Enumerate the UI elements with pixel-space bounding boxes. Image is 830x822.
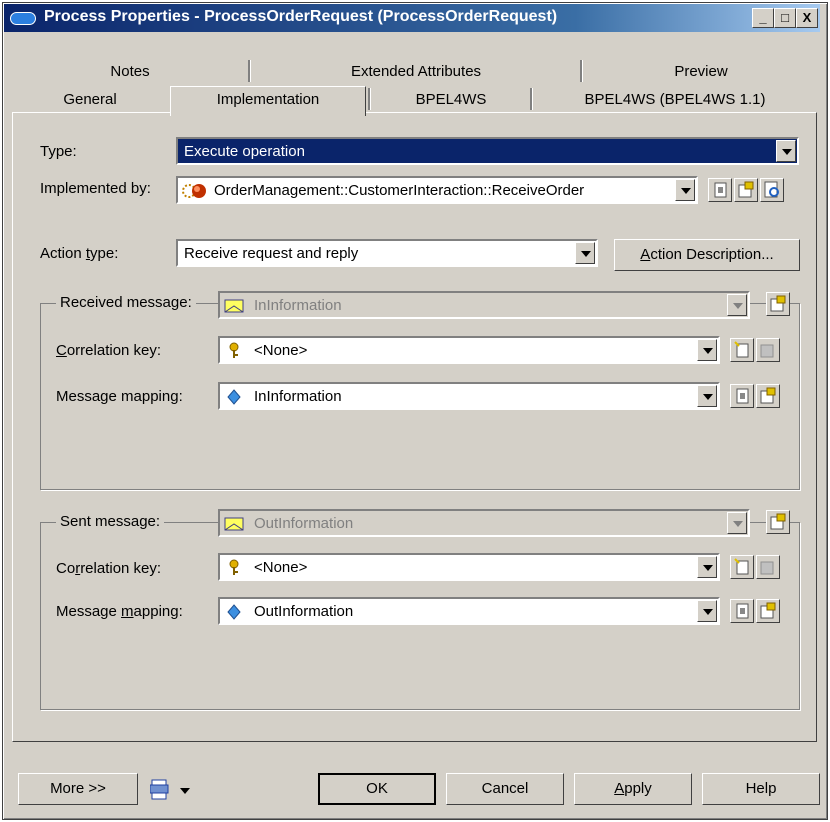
chevron-down-icon[interactable] [697,339,717,361]
properties-icon[interactable] [766,292,790,316]
tab-bpel4ws[interactable]: BPEL4WS [372,88,530,112]
key-icon [229,342,239,358]
properties-icon[interactable] [766,510,790,534]
tab-separator [580,60,583,82]
tab-separator [248,60,251,82]
sent-correlation-label: Correlation key: [56,560,162,577]
sent-mapping-value: OutInformation [254,603,354,620]
properties-disabled-icon [756,338,780,362]
action-type-label: Action type: [40,245,119,262]
create-icon[interactable] [708,178,732,202]
received-correlation-label: Correlation key: [56,342,162,359]
chevron-down-icon[interactable] [575,242,595,264]
maximize-button[interactable]: □ [774,8,796,28]
process-icon [10,12,36,25]
key-icon [229,559,239,575]
received-message-label: Received message: [56,294,196,311]
close-button[interactable]: X [796,8,818,28]
implemented-by-value: OrderManagement::CustomerInteraction::Re… [214,182,585,199]
received-message-select: InInformation [218,291,750,319]
received-correlation-select[interactable]: <None> [218,336,720,364]
tab-implementation[interactable]: Implementation [170,86,366,116]
help-button[interactable]: Help [702,773,820,805]
sent-message-select: OutInformation [218,509,750,537]
operation-icon [182,184,206,198]
sent-message-value: OutInformation [254,515,354,532]
apply-button[interactable]: Apply [574,773,692,805]
tab-general[interactable]: General [12,88,168,112]
received-mapping-select[interactable]: InInformation [218,382,720,410]
type-select[interactable]: Execute operation [176,137,799,165]
create-icon[interactable] [730,338,754,362]
received-mapping-label: Message mapping: [56,388,183,405]
chevron-down-icon[interactable] [776,140,796,162]
title-bar[interactable]: Process Properties - ProcessOrderRequest… [4,4,820,32]
chevron-down-icon[interactable] [697,385,717,407]
received-mapping-value: InInformation [254,388,342,405]
tab-bpel4ws-11[interactable]: BPEL4WS (BPEL4WS 1.1) [534,88,816,112]
properties-icon[interactable] [734,178,758,202]
properties-icon[interactable] [756,384,780,408]
tab-preview[interactable]: Preview [584,60,818,84]
tab-extended-attributes[interactable]: Extended Attributes [252,60,580,84]
more-button[interactable]: More >> [18,773,138,805]
action-type-select[interactable]: Receive request and reply [176,239,598,267]
window-title: Process Properties - ProcessOrderRequest… [44,8,558,25]
cancel-button[interactable]: Cancel [446,773,564,805]
diamond-icon [227,604,241,620]
create-icon[interactable] [730,384,754,408]
sent-mapping-select[interactable]: OutInformation [218,597,720,625]
received-correlation-value: <None> [254,342,308,359]
implemented-by-label: Implemented by: [40,180,151,197]
sent-correlation-select[interactable]: <None> [218,553,720,581]
sent-message-label: Sent message: [56,513,165,530]
properties-disabled-icon [756,555,780,579]
create-icon[interactable] [730,599,754,623]
sent-correlation-value: <None> [254,559,308,576]
implemented-by-select[interactable]: OrderManagement::CustomerInteraction::Re… [176,176,698,204]
type-label: Type: [40,143,77,160]
action-type-value: Receive request and reply [184,245,359,262]
chevron-down-icon[interactable] [697,556,717,578]
chevron-down-icon[interactable] [675,179,695,201]
ok-button[interactable]: OK [318,773,436,805]
chevron-down-icon [727,512,747,534]
tab-notes[interactable]: Notes [12,60,248,84]
properties-icon[interactable] [756,599,780,623]
type-value: Execute operation [184,143,305,160]
received-message-value: InInformation [254,297,342,314]
action-description-button[interactable]: Action Description... [614,239,800,271]
minimize-button[interactable]: _ [752,8,774,28]
print-menu-button[interactable] [149,777,200,803]
message-icon [224,299,244,313]
diamond-icon [227,389,241,405]
message-icon [224,517,244,531]
tab-separator [530,88,533,110]
create-icon[interactable] [730,555,754,579]
chevron-down-icon [727,294,747,316]
printer-icon [149,779,190,800]
sent-mapping-label: Message mapping: [56,603,183,620]
chevron-down-icon[interactable] [697,600,717,622]
find-icon[interactable] [760,178,784,202]
tab-separator [368,88,371,110]
